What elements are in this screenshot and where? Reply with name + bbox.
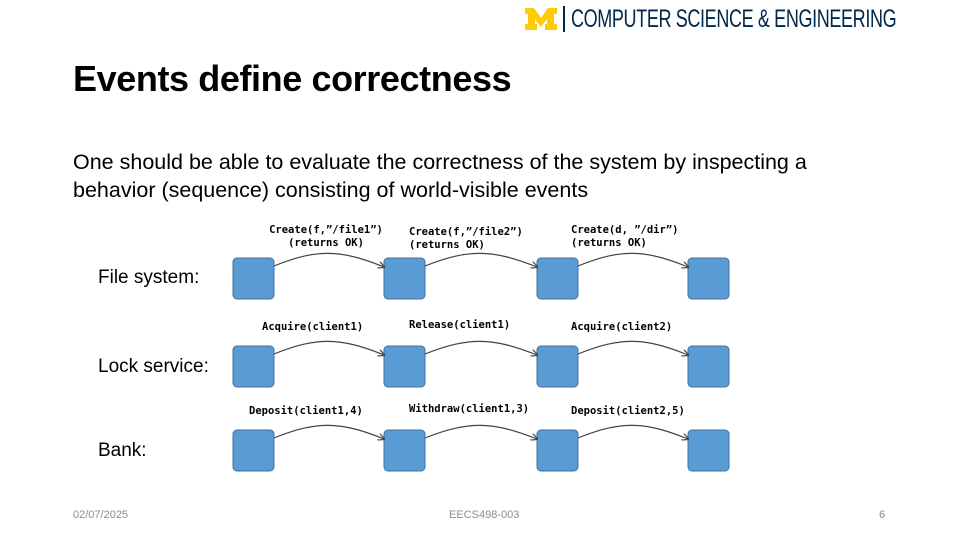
event-sequence-diagram: Create(f,”/file1”) (returns OK) Create(f… xyxy=(232,224,730,472)
state-box xyxy=(383,429,426,472)
state-box xyxy=(232,429,275,472)
transition-arrow xyxy=(577,252,688,267)
file-system-row: Create(f,”/file1”) (returns OK) Create(f… xyxy=(232,224,730,300)
transition-arrow xyxy=(424,424,537,439)
bank-row: Deposit(client1,4) Withdraw(client1,3) D… xyxy=(232,403,730,472)
state-box xyxy=(383,257,426,300)
event-label: Create(f,”/file1”) xyxy=(269,224,383,236)
event-label: Acquire(client1) xyxy=(262,321,363,333)
lock-service-row: Acquire(client1) Release(client1) Acquir… xyxy=(232,319,730,388)
event-label: Create(f,”/file2”) xyxy=(409,226,523,238)
state-box xyxy=(232,345,275,388)
transition-arrow xyxy=(424,340,537,355)
event-label: Create(d, ”/dir”) xyxy=(571,224,678,236)
state-box xyxy=(383,345,426,388)
transition-arrow xyxy=(424,252,537,267)
state-box xyxy=(536,429,579,472)
footer-course: EECS498-003 xyxy=(449,509,520,521)
transition-arrow xyxy=(273,340,384,355)
event-label: (returns OK) xyxy=(288,237,364,249)
event-label: Release(client1) xyxy=(409,319,510,331)
event-label: Deposit(client1,4) xyxy=(249,405,363,417)
state-box xyxy=(687,257,730,300)
state-box xyxy=(536,257,579,300)
transition-arrow xyxy=(273,424,384,439)
state-box xyxy=(687,429,730,472)
event-label: Acquire(client2) xyxy=(571,321,672,333)
event-label: (returns OK) xyxy=(571,237,647,249)
transition-arrow xyxy=(273,252,384,267)
footer-date: 02/07/2025 xyxy=(73,509,129,521)
transition-arrow xyxy=(577,340,688,355)
event-label: Withdraw(client1,3) xyxy=(409,403,529,415)
event-label: Deposit(client2,5) xyxy=(571,405,685,417)
state-box xyxy=(687,345,730,388)
event-label: (returns OK) xyxy=(409,239,485,251)
state-box xyxy=(536,345,579,388)
state-box xyxy=(232,257,275,300)
transition-arrow xyxy=(577,424,688,439)
footer-page-number: 6 xyxy=(879,509,886,521)
